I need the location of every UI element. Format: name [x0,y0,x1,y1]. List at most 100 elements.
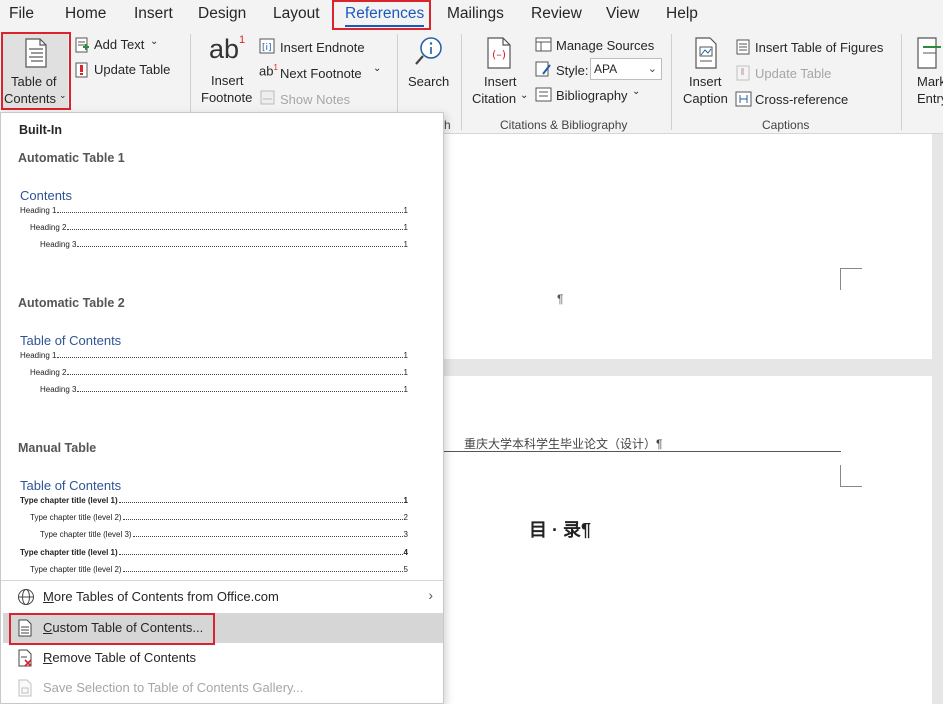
tab-view[interactable]: View [606,3,639,27]
style-label: Style: [556,63,589,78]
toc-preview-line: Heading 31 [40,240,408,249]
ribbon-separator [461,34,462,130]
chevron-right-icon: › [428,587,433,603]
search-button[interactable]: Search [402,34,454,94]
remove-table-label: Remove Table of Contents [43,650,196,665]
insert-table-of-figures-label: Insert Table of Figures [755,40,884,55]
tab-layout[interactable]: Layout [273,3,320,27]
manual-table-option[interactable]: Manual Table Table of Contents Type chap… [1,433,443,576]
text-cursor-paragraph-mark: ¶ [557,292,564,306]
chevron-down-icon: ⌄ [150,36,159,47]
toc-heading-text: 目 · 录¶ [529,520,592,540]
search-label: Search [408,74,450,89]
more-tables-label: More Tables of Contents from Office.com [43,589,279,604]
chevron-down-icon: ⌄ [373,63,382,74]
tab-file[interactable]: File [9,3,34,27]
cross-reference-label: Cross-reference [755,92,849,107]
manual-table-label: Manual Table [18,441,97,455]
document-page-1[interactable]: ¶ [430,134,932,359]
add-text-icon [75,37,89,53]
toc-preview-line: Type chapter title (level 1) 1 [20,496,408,505]
bibliography-label: Bibliography [556,88,628,103]
insert-footnote-label-2: Footnote [201,90,253,105]
show-notes-button[interactable]: Show Notes [259,89,389,109]
citations-group-label: Citations & Bibliography [500,118,628,132]
automatic-table-1-label: Automatic Table 1 [18,151,125,165]
toc-preview-line: Type chapter title (level 2) 2 [30,513,408,522]
insert-endnote-button[interactable]: [i] Insert Endnote [259,37,389,57]
more-tables-of-contents-item[interactable]: More Tables of Contents from Office.com … [3,582,443,612]
footnote-icon: ab1 [209,34,246,64]
header-rule [444,451,841,452]
crop-mark [840,465,862,487]
toc-highlight-box [1,32,71,110]
references-highlight-box [332,0,431,30]
ribbon-tab-bar: File Home Insert Design Layout Reference… [0,0,943,30]
toc-preview-line: Heading 11 [20,351,408,360]
update-table-icon [75,62,88,78]
insert-footnote-button[interactable]: ab1 Insert Footnote [196,34,256,108]
tab-help[interactable]: Help [666,3,698,27]
mark-entry-label-2: Entry [917,91,943,106]
next-footnote-button[interactable]: ab1 Next Footnote ⌄ [259,63,389,83]
toc-preview-line: Heading 21 [30,368,408,377]
automatic-table-1-title: Contents [20,188,73,203]
captions-group-label: Captions [762,118,810,132]
crop-mark [840,268,862,290]
toc-preview-line: Type chapter title (level 1) 4 [20,548,408,557]
insert-caption-label-1: Insert [689,74,722,89]
toc-preview-line: Heading 31 [40,385,408,394]
research-group-label: h [444,118,451,132]
citation-style-value: APA [594,62,618,76]
tab-insert[interactable]: Insert [134,3,173,27]
manage-sources-button[interactable]: Manage Sources [534,36,664,56]
update-table-button[interactable]: Update Table [74,61,184,81]
tab-home[interactable]: Home [65,3,106,27]
show-notes-icon [260,90,275,105]
save-selection-to-gallery-item[interactable]: Save Selection to Table of Contents Gall… [3,673,443,703]
svg-text:(–): (–) [492,48,506,61]
bibliography-button[interactable]: Bibliography ⌄ [534,86,664,106]
ribbon-separator [901,34,902,130]
insert-footnote-label-1: Insert [211,73,244,88]
automatic-table-2-option[interactable]: Automatic Table 2 Table of Contents Head… [1,288,443,428]
update-table-of-figures-label: Update Table [755,66,832,81]
update-table-label: Update Table [94,62,171,77]
mark-entry-label-1: Mark [917,74,943,89]
insert-citation-button[interactable]: (–) Insert Citation ⌄ [466,34,532,108]
manage-sources-label: Manage Sources [556,38,655,53]
insert-caption-icon [695,37,717,69]
insert-caption-button[interactable]: Insert Caption [676,34,734,108]
table-of-contents-dropdown: Built-In Automatic Table 1 Contents Head… [0,112,444,704]
insert-endnote-label: Insert Endnote [280,40,365,55]
insert-caption-label-2: Caption [683,91,728,106]
svg-text:[i]: [i] [262,43,272,53]
chevron-down-icon: ⌄ [632,86,641,97]
show-notes-label: Show Notes [280,92,351,107]
next-footnote-label: Next Footnote [280,66,362,81]
mark-entry-button[interactable]: Mark Entry [906,34,943,108]
tab-mailings[interactable]: Mailings [447,3,504,27]
insert-table-of-figures-button[interactable]: Insert Table of Figures [735,38,895,58]
tab-review[interactable]: Review [531,3,582,27]
update-table-of-figures-button[interactable]: Update Table [735,64,895,84]
remove-table-of-contents-item[interactable]: Remove Table of Contents [3,643,443,673]
tab-design[interactable]: Design [198,3,246,27]
toc-preview-line: Type chapter title (level 3) 3 [40,530,408,539]
document-page-2[interactable]: 重庆大学本科学生毕业论文（设计）¶ 目 · 录¶ [430,376,932,704]
update-table-icon [736,65,750,81]
citation-style-select[interactable]: APA ⌄ [590,58,662,80]
automatic-table-1-option[interactable]: Automatic Table 1 Contents Heading 11 He… [1,143,443,283]
manage-sources-icon [535,37,552,52]
add-text-button[interactable]: Add Text ⌄ [74,36,184,56]
add-text-label: Add Text [94,37,145,52]
insert-citation-label-1: Insert [484,74,517,89]
cross-reference-button[interactable]: Cross-reference [735,90,895,110]
toc-gallery: Built-In Automatic Table 1 Contents Head… [1,113,443,576]
ribbon-separator [671,34,672,130]
globe-icon [18,589,34,605]
insert-endnote-icon: [i] [259,38,275,54]
search-icon [415,37,442,65]
save-to-gallery-icon [18,679,32,697]
save-selection-label: Save Selection to Table of Contents Gall… [43,680,304,695]
